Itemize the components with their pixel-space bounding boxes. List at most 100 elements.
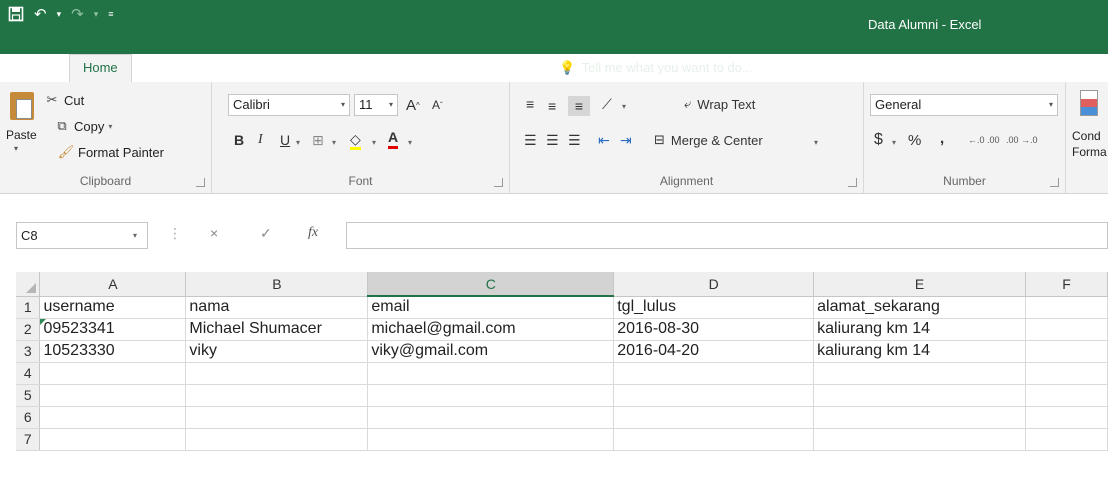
cell[interactable]: 10523330 <box>39 340 187 363</box>
redo-icon[interactable]: ↷ <box>71 5 84 23</box>
cell[interactable]: username <box>39 296 187 319</box>
cell[interactable] <box>39 362 187 385</box>
cell[interactable]: 2016-08-30 <box>613 318 815 341</box>
shrink-font-button[interactable]: Aˇ <box>432 95 443 115</box>
cell[interactable] <box>185 406 369 429</box>
row-header[interactable]: 7 <box>16 428 41 451</box>
cell[interactable] <box>813 384 1027 407</box>
chevron-down-icon[interactable]: ▾ <box>814 132 818 152</box>
comma-button[interactable]: , <box>940 128 944 148</box>
chevron-down-icon[interactable]: ▾ <box>332 132 336 152</box>
row-header[interactable]: 6 <box>16 406 41 429</box>
cell[interactable] <box>39 384 187 407</box>
cell[interactable] <box>613 406 815 429</box>
align-right-icon[interactable]: ☰ <box>568 130 581 150</box>
tab-page-layout[interactable]: Page Layout <box>190 54 289 82</box>
tell-me-box[interactable]: 💡 Tell me what you want to do... <box>545 54 752 82</box>
formula-input[interactable] <box>346 222 1108 249</box>
cell[interactable] <box>1025 340 1108 363</box>
cell[interactable]: alamat_sekarang <box>813 296 1027 319</box>
clipboard-launcher-icon[interactable] <box>196 178 205 187</box>
cell[interactable] <box>1025 296 1108 319</box>
font-name-select[interactable]: Calibri ▾ <box>228 94 350 116</box>
copy-button[interactable]: ⧉ Copy ▾ <box>54 118 112 134</box>
cell[interactable] <box>185 362 369 385</box>
wrap-text-button[interactable]: ⤶ Wrap Text <box>684 94 755 114</box>
cell[interactable]: email <box>367 296 615 319</box>
bold-button[interactable]: B <box>234 130 244 150</box>
cell[interactable] <box>39 406 187 429</box>
tab-data[interactable]: Data <box>369 54 422 82</box>
row-header[interactable]: 3 <box>16 340 41 363</box>
cell[interactable]: nama <box>185 296 369 319</box>
row-header[interactable]: 1 <box>16 296 41 319</box>
conditional-formatting-button[interactable]: Cond Forma <box>1072 128 1107 160</box>
cell[interactable]: 09523341 <box>39 318 187 341</box>
row-header[interactable]: 5 <box>16 384 41 407</box>
column-header-f[interactable]: F <box>1025 272 1108 297</box>
cell[interactable] <box>1025 428 1108 451</box>
chevron-down-icon[interactable]: ▾ <box>372 132 376 152</box>
row-header[interactable]: 2 <box>16 318 41 341</box>
tab-insert[interactable]: Insert <box>132 54 191 82</box>
cell[interactable]: 2016-04-20 <box>613 340 815 363</box>
cell[interactable] <box>813 406 1027 429</box>
column-header-e[interactable]: E <box>813 272 1027 297</box>
cell[interactable]: viky <box>185 340 369 363</box>
orientation-icon[interactable]: ⟋ <box>602 94 612 114</box>
column-header-c[interactable]: C <box>367 272 615 297</box>
cell[interactable] <box>813 428 1027 451</box>
cell[interactable]: tgl_lulus <box>613 296 815 319</box>
font-size-select[interactable]: 11 ▾ <box>354 94 398 116</box>
paste-icon[interactable] <box>10 92 34 120</box>
cell[interactable]: viky@gmail.com <box>367 340 615 363</box>
cell[interactable] <box>367 406 615 429</box>
paste-dropdown-icon[interactable]: ▾ <box>14 144 18 153</box>
decrease-indent-icon[interactable]: ⇤ <box>598 130 610 150</box>
align-bottom-icon[interactable]: ≡ <box>568 96 590 116</box>
cell[interactable] <box>613 428 815 451</box>
tab-formulas[interactable]: Formulas <box>289 54 369 82</box>
italic-button[interactable]: I <box>258 130 263 150</box>
cell[interactable] <box>1025 318 1108 341</box>
conditional-formatting-icon[interactable] <box>1080 90 1098 116</box>
decrease-decimal-button[interactable]: .00 →.0 <box>1006 130 1038 150</box>
column-header-a[interactable]: A <box>39 272 187 297</box>
tab-view[interactable]: View <box>491 54 545 82</box>
insert-function-icon[interactable]: fx <box>308 225 318 241</box>
merge-center-button[interactable]: ⊟ Merge & Center <box>654 130 763 150</box>
copy-dropdown-icon[interactable]: ▾ <box>108 122 112 131</box>
column-header-b[interactable]: B <box>185 272 369 297</box>
cell[interactable] <box>813 362 1027 385</box>
underline-button[interactable]: U <box>280 130 290 150</box>
borders-icon[interactable]: ⊞ <box>312 130 324 150</box>
cell[interactable] <box>367 428 615 451</box>
row-header[interactable]: 4 <box>16 362 41 385</box>
font-launcher-icon[interactable] <box>494 178 503 187</box>
chevron-down-icon[interactable]: ▾ <box>408 132 412 152</box>
align-top-icon[interactable]: ≡ <box>526 94 534 114</box>
customize-qat-icon[interactable]: ≡ <box>108 9 113 19</box>
currency-button[interactable]: $ <box>874 130 883 150</box>
alignment-launcher-icon[interactable] <box>848 178 857 187</box>
tab-review[interactable]: Review <box>423 54 492 82</box>
percent-button[interactable]: % <box>908 130 921 150</box>
cell[interactable] <box>367 384 615 407</box>
number-launcher-icon[interactable] <box>1050 178 1059 187</box>
name-box[interactable]: C8 ▾ <box>16 222 148 249</box>
chevron-down-icon[interactable]: ▾ <box>296 132 300 152</box>
chevron-down-icon[interactable]: ▾ <box>892 132 896 152</box>
cell[interactable] <box>185 428 369 451</box>
cell[interactable] <box>1025 384 1108 407</box>
cell[interactable] <box>1025 406 1108 429</box>
cell[interactable] <box>39 428 187 451</box>
cell[interactable]: kaliurang km 14 <box>813 340 1027 363</box>
cell[interactable] <box>613 384 815 407</box>
cell[interactable]: michael@gmail.com <box>367 318 615 341</box>
increase-decimal-button[interactable]: ←.0 .00 <box>968 130 1000 150</box>
format-painter-button[interactable]: 🖌 Format Painter <box>58 144 164 160</box>
tab-home[interactable]: Home <box>68 54 132 82</box>
cancel-icon[interactable]: × <box>210 225 218 241</box>
cell[interactable] <box>367 362 615 385</box>
cell[interactable]: Michael Shumacer <box>185 318 369 341</box>
